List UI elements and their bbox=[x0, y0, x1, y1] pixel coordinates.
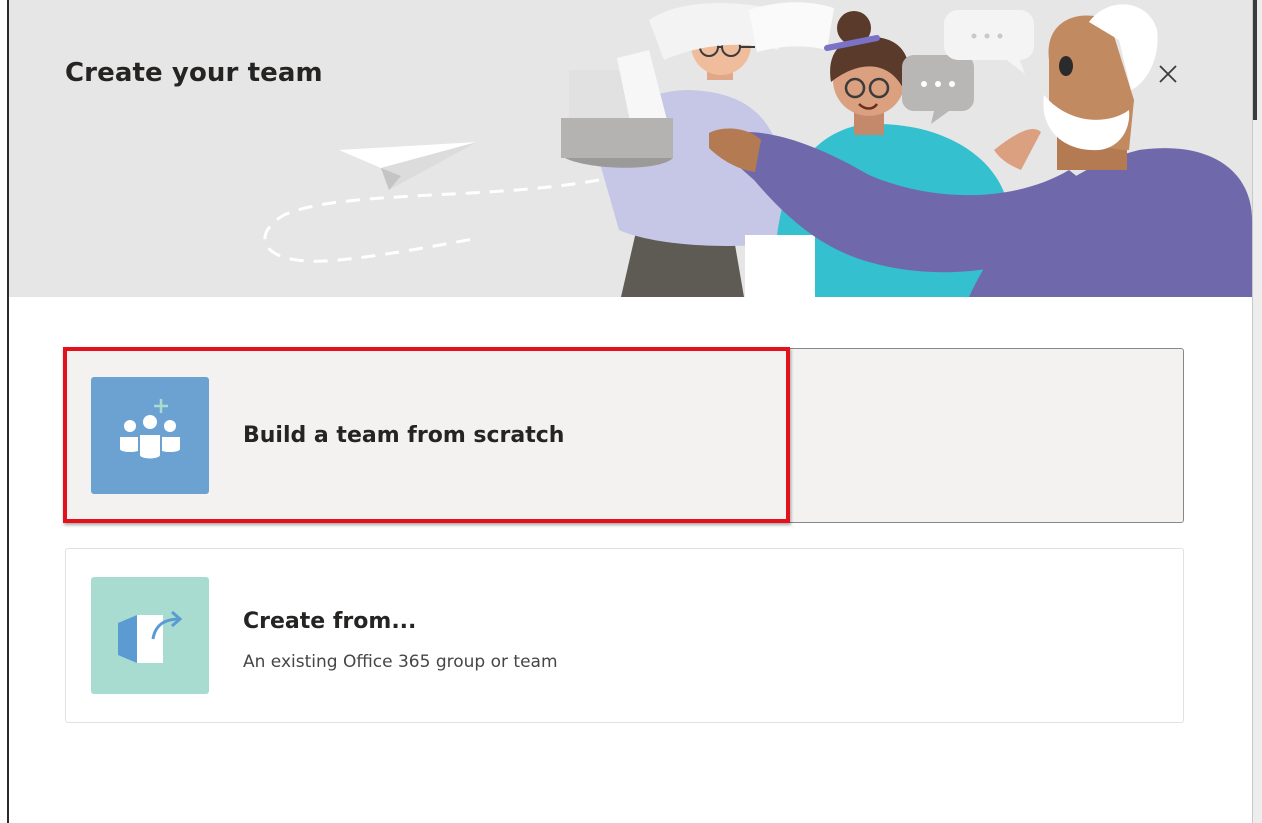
paper-plane-icon bbox=[339, 142, 477, 190]
close-icon bbox=[1159, 65, 1177, 83]
close-button[interactable] bbox=[1150, 56, 1186, 92]
window-frame-right bbox=[1252, 0, 1262, 823]
team-add-tile bbox=[91, 377, 209, 494]
option-description: An existing Office 365 group or team bbox=[243, 652, 558, 672]
option-create-from[interactable]: Create from... An existing Office 365 gr… bbox=[65, 548, 1184, 723]
create-from-existing-icon bbox=[118, 610, 183, 663]
team-add-icon bbox=[120, 399, 180, 461]
option-build-from-scratch[interactable]: Build a team from scratch bbox=[65, 348, 1184, 523]
dialog-title: Create your team bbox=[65, 58, 323, 88]
create-from-tile bbox=[91, 577, 209, 694]
create-team-dialog: Create your team Build a team from scrat… bbox=[9, 0, 1252, 823]
option-title: Create from... bbox=[243, 609, 417, 634]
option-title: Build a team from scratch bbox=[243, 423, 565, 448]
window-frame-scrollbar bbox=[1253, 0, 1257, 120]
speech-bubble-icon bbox=[902, 10, 1034, 124]
dashed-path bbox=[263, 178, 600, 263]
header-illustration bbox=[263, 2, 1252, 297]
dialog-header: Create your team bbox=[9, 0, 1252, 297]
